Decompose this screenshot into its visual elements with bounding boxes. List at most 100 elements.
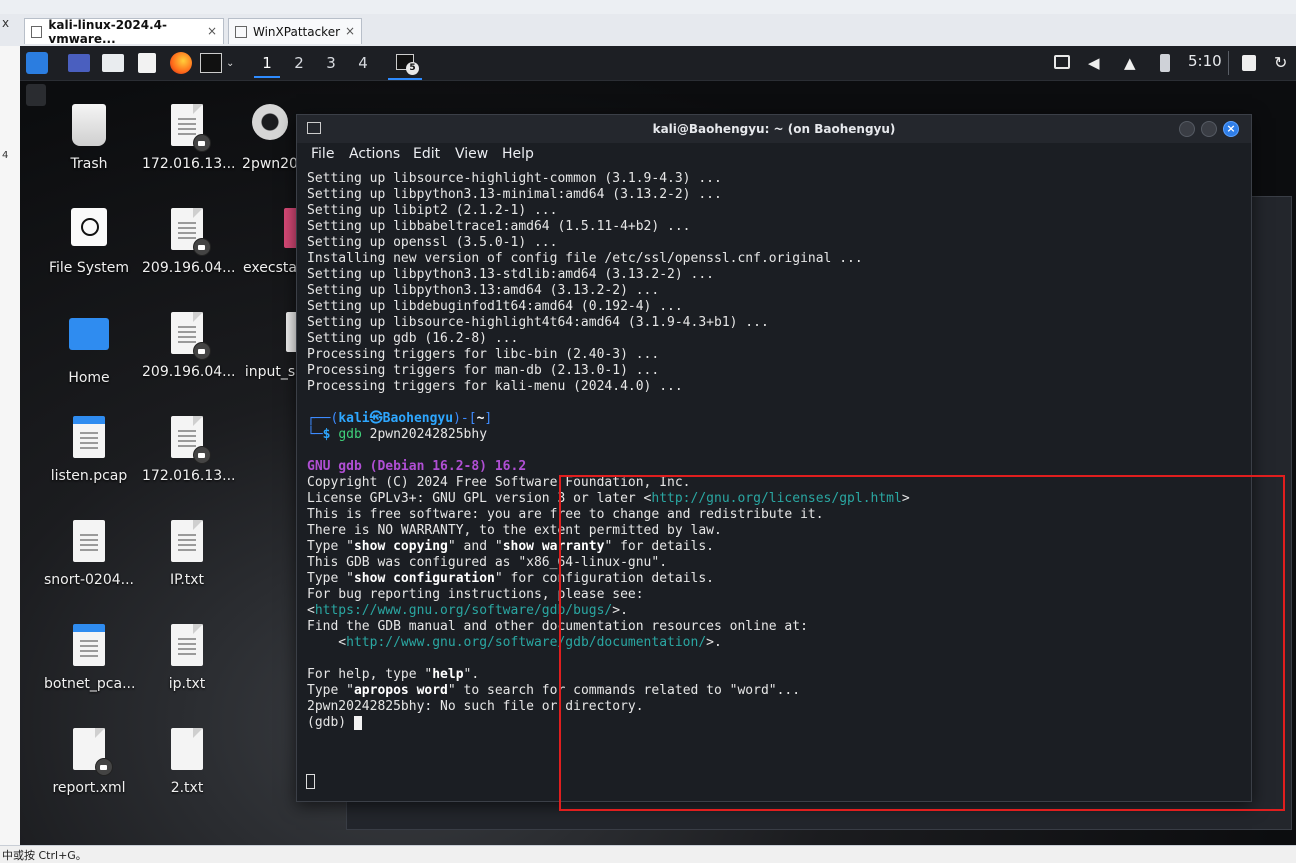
locked-file-icon xyxy=(167,312,211,360)
host-left-gutter: x 4 xyxy=(0,16,21,846)
drive-icon xyxy=(69,208,109,254)
text-cursor xyxy=(353,716,362,730)
text-file-icon xyxy=(167,520,207,566)
workspace-2[interactable]: 2 xyxy=(286,50,312,76)
tab-close-icon[interactable]: × xyxy=(345,24,355,38)
vm-icon xyxy=(235,25,247,38)
chevron-down-icon[interactable]: ⌄ xyxy=(226,58,236,69)
desktop-icon-ip-txt-lower[interactable]: ip.txt xyxy=(142,624,232,692)
file-manager-icon[interactable] xyxy=(102,54,124,72)
output-line: Processing triggers for kali-menu (2024.… xyxy=(307,379,683,394)
minimize-button[interactable] xyxy=(1179,121,1195,137)
text-cursor-outline xyxy=(306,774,315,789)
output-line: Setting up libpython3.13:amd64 (3.13.2-2… xyxy=(307,283,660,298)
tab-close-icon[interactable]: × xyxy=(207,24,217,38)
text-file-icon xyxy=(69,520,109,566)
workspace-4[interactable]: 4 xyxy=(350,50,376,76)
gdb-prompt-line[interactable]: (gdb) xyxy=(307,715,362,731)
highlight-annotation-box xyxy=(559,475,1285,811)
output-line: Setting up libipt2 (2.1.2-1) ... xyxy=(307,203,558,218)
gear-icon xyxy=(250,104,290,150)
output-line: Setting up openssl (3.5.0-1) ... xyxy=(307,235,558,250)
host-status-bar: 中或按 Ctrl+G。 xyxy=(0,845,1296,862)
logout-icon[interactable]: ↻ xyxy=(1274,53,1292,72)
desktop-icon-2-txt[interactable]: 2.txt xyxy=(142,728,232,796)
output-line: For help, type "help". xyxy=(307,667,480,682)
desktop-icon-snort[interactable]: snort-0204... xyxy=(44,520,134,588)
window-count-badge: 5 xyxy=(406,62,419,75)
output-line: Setting up libpython3.13-stdlib:amd64 (3… xyxy=(307,267,714,282)
file-icon xyxy=(250,312,300,358)
taskbar-terminal-button[interactable]: 5 xyxy=(388,48,422,80)
locked-file-icon xyxy=(167,208,211,256)
gutter-number: 4 xyxy=(2,150,9,161)
prompt-line: ┌──(kali㉿Baohengyu)-[~] xyxy=(307,411,493,426)
text-editor-icon[interactable] xyxy=(138,53,156,73)
terminal-launcher-icon[interactable] xyxy=(200,53,222,73)
desktop-icon-executable[interactable]: 2pwn20 xyxy=(240,104,300,172)
text-file-icon xyxy=(167,728,207,774)
volume-icon[interactable]: ◀ xyxy=(1088,54,1106,72)
locked-file-icon xyxy=(167,416,211,464)
menu-help[interactable]: Help xyxy=(502,146,534,162)
desktop-icon-pcap[interactable]: listen.pcap xyxy=(44,416,134,484)
desktop-icon-file-system[interactable]: File System xyxy=(44,208,134,276)
menu-actions[interactable]: Actions xyxy=(349,146,400,162)
file-icon xyxy=(250,208,300,254)
host-toolbar xyxy=(0,0,1296,15)
desktop-icon-trash[interactable]: Trash xyxy=(44,104,134,172)
terminal-titlebar[interactable]: kali@Baohengyu: ~ (on Baohengyu) × xyxy=(297,115,1251,143)
desktop-icon-ip-txt[interactable]: IP.txt xyxy=(142,520,232,588)
firefox-icon[interactable] xyxy=(170,52,192,74)
binary-file-icon xyxy=(69,624,109,670)
output-line: Setting up libsource-highlight4t64:amd64… xyxy=(307,315,769,330)
terminal-window[interactable]: kali@Baohengyu: ~ (on Baohengyu) × File … xyxy=(296,114,1285,811)
locked-file-icon xyxy=(167,104,211,152)
output-line: Processing triggers for man-db (2.13.0-1… xyxy=(307,363,660,378)
panel-clock[interactable]: 5:10 xyxy=(1188,52,1222,70)
xfce-panel: ⌄ 1 2 3 4 5 ◀ ▲ 5:10 ↻ xyxy=(20,46,1296,81)
desktop-icon-locked-file[interactable]: 209.196.04... xyxy=(142,208,236,276)
desktop-widget xyxy=(26,84,46,106)
desktop-icon-locked-file[interactable]: 209.196.04... xyxy=(142,312,236,380)
vm-screen[interactable]: ⌄ 1 2 3 4 5 ◀ ▲ 5:10 ↻ Trash 172.016.13.… xyxy=(20,46,1296,845)
window-title: kali@Baohengyu: ~ (on Baohengyu) xyxy=(652,122,896,136)
desktop-icon-botnet-pcap[interactable]: botnet_pca... xyxy=(44,624,135,692)
kali-menu-icon[interactable] xyxy=(26,52,48,74)
show-desktop-icon[interactable] xyxy=(68,54,90,72)
home-folder-icon xyxy=(69,318,109,364)
output-line: Processing triggers for libc-bin (2.40-3… xyxy=(307,347,660,362)
gdb-banner: GNU gdb (Debian 16.2-8) 16.2 xyxy=(307,459,527,474)
notification-bell-icon[interactable]: ▲ xyxy=(1124,54,1140,72)
output-line: Setting up libsource-highlight-common (3… xyxy=(307,171,722,186)
menu-file[interactable]: File xyxy=(311,146,334,162)
desktop-icon-locked-file[interactable]: 172.016.13... xyxy=(142,416,236,484)
gutter-close-label[interactable]: x xyxy=(2,16,9,30)
battery-icon[interactable] xyxy=(1160,54,1170,72)
network-icon[interactable] xyxy=(1054,55,1070,69)
workspace-1[interactable]: 1 xyxy=(254,50,280,78)
menu-edit[interactable]: Edit xyxy=(413,146,440,162)
tab-winxpattacker[interactable]: WinXPattacker × xyxy=(228,18,362,44)
output-line: Setting up libbabeltrace1:amd64 (1.5.11-… xyxy=(307,219,691,234)
maximize-button[interactable] xyxy=(1201,121,1217,137)
output-line: Setting up libpython3.13-minimal:amd64 (… xyxy=(307,187,722,202)
workspace-3[interactable]: 3 xyxy=(318,50,344,76)
desktop-icon-file[interactable]: execsta xyxy=(240,208,300,276)
text-file-icon xyxy=(167,624,207,670)
lock-screen-icon[interactable] xyxy=(1242,55,1256,71)
close-button[interactable]: × xyxy=(1223,121,1239,137)
binary-file-icon xyxy=(69,416,109,462)
trash-icon xyxy=(69,104,109,150)
desktop-icon-home[interactable]: Home xyxy=(44,312,134,386)
desktop-icon-file[interactable]: input_s xyxy=(240,312,300,380)
command-line: └─$ gdb 2pwn20242825bhy xyxy=(307,427,488,442)
menu-view[interactable]: View xyxy=(455,146,488,162)
output-line: Setting up gdb (16.2-8) ... xyxy=(307,331,519,346)
xml-file-icon xyxy=(69,728,113,776)
output-line: Installing new version of config file /e… xyxy=(307,251,863,266)
tab-kali-linux[interactable]: kali-linux-2024.4-vmware... × xyxy=(24,18,224,46)
host-tab-bar: kali-linux-2024.4-vmware... × WinXPattac… xyxy=(0,14,1296,47)
desktop-icon-report-xml[interactable]: report.xml xyxy=(44,728,134,796)
desktop-icon-locked-file[interactable]: 172.016.13... xyxy=(142,104,236,172)
